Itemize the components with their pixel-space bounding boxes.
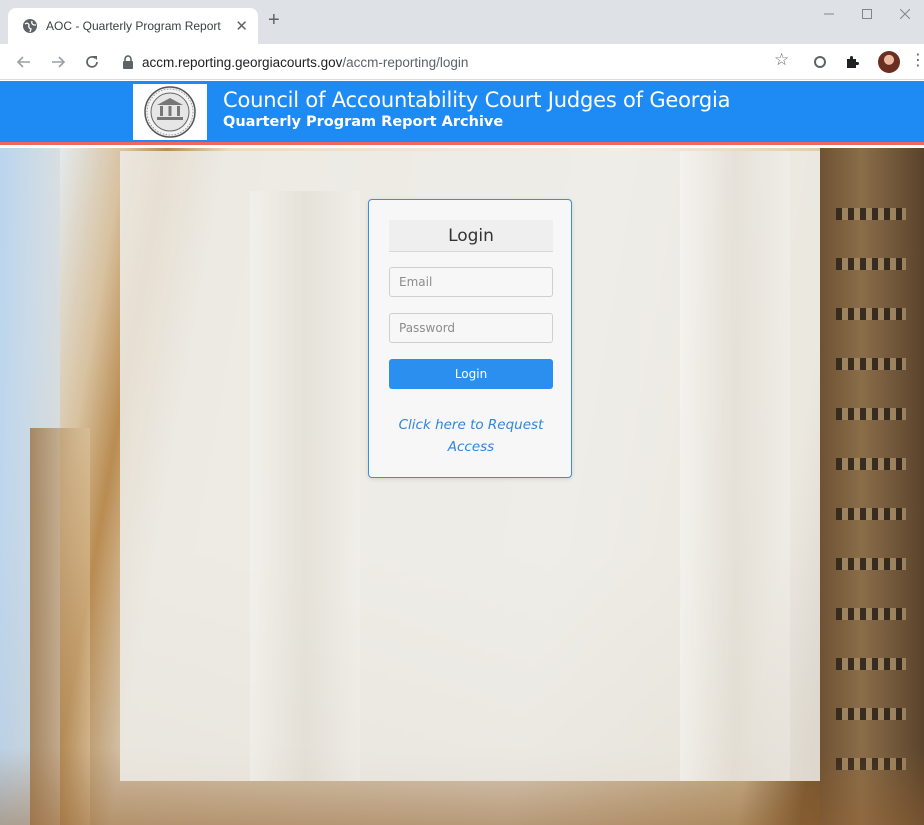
forward-arrow-icon[interactable] [46, 50, 70, 74]
url-host: accm.reporting.georgiacourts.gov [142, 54, 343, 70]
reload-icon[interactable] [80, 50, 104, 74]
star-icon[interactable]: ☆ [774, 52, 789, 69]
building-windows [836, 608, 906, 620]
address-bar[interactable]: accm.reporting.georgiacourts.gov/accm-re… [112, 48, 804, 76]
building-windows [836, 258, 906, 270]
email-field[interactable] [389, 267, 553, 297]
tab-close-icon[interactable]: ✕ [235, 18, 248, 34]
page-subtitle: Quarterly Program Report Archive [223, 114, 504, 130]
back-arrow-icon[interactable] [12, 50, 36, 74]
page-viewport: Council of Accountability Court Judges o… [0, 81, 924, 825]
building-windows [836, 708, 906, 720]
browser-toolbar: accm.reporting.georgiacourts.gov/accm-re… [0, 44, 924, 80]
building-windows [836, 558, 906, 570]
globe-icon [23, 19, 37, 33]
building-windows [836, 508, 906, 520]
login-button[interactable]: Login [389, 359, 553, 389]
faint-column [250, 191, 360, 781]
building-windows [836, 408, 906, 420]
lock-icon [123, 55, 133, 69]
building-windows [836, 308, 906, 320]
building-facade [820, 148, 924, 825]
url-path: /accm-reporting/login [342, 54, 469, 70]
faint-column [680, 151, 790, 781]
new-tab-button[interactable]: + [268, 10, 280, 30]
maximize-icon[interactable] [848, 0, 886, 28]
circle-extension-icon[interactable] [812, 54, 828, 70]
request-access-link[interactable]: Click here to Request Access [379, 414, 563, 458]
close-window-icon[interactable] [886, 0, 924, 28]
seal-logo [133, 84, 207, 140]
page-title: Council of Accountability Court Judges o… [223, 88, 731, 112]
tab-title: AOC - Quarterly Program Report [46, 19, 221, 33]
building-windows [836, 208, 906, 220]
window-controls [810, 0, 924, 30]
menu-dots-icon[interactable]: ⋮ [910, 52, 924, 68]
puzzle-icon[interactable] [844, 54, 860, 70]
site-header: Council of Accountability Court Judges o… [0, 81, 924, 145]
login-heading: Login [389, 220, 553, 252]
url-text: accm.reporting.georgiacourts.gov/accm-re… [142, 55, 468, 70]
login-card: Login Login Click here to Request Access [368, 199, 572, 478]
building-windows [836, 458, 906, 470]
browser-tab[interactable]: AOC - Quarterly Program Report ✕ [8, 8, 258, 44]
building-windows [836, 358, 906, 370]
minimize-icon[interactable] [810, 0, 848, 28]
building-windows [836, 658, 906, 670]
password-field[interactable] [389, 313, 553, 343]
browser-tab-bar: AOC - Quarterly Program Report ✕ + [0, 0, 924, 44]
avatar[interactable] [878, 51, 900, 73]
